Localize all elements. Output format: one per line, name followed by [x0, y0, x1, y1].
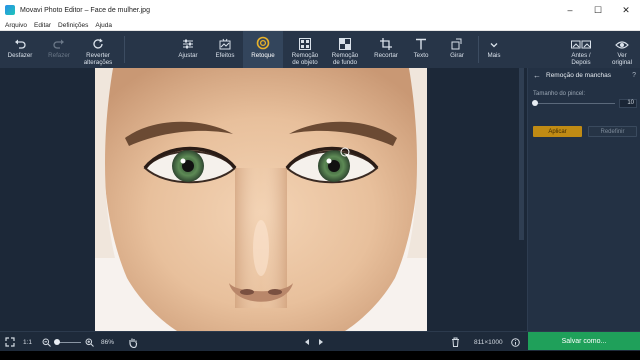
brush-size-slider[interactable] [535, 103, 615, 104]
view-original-button[interactable]: Ver original [606, 31, 638, 68]
menu-editar[interactable]: Editar [34, 22, 51, 29]
crop-icon [380, 33, 392, 50]
redo-icon [53, 33, 65, 50]
apply-button[interactable]: Aplicar [533, 126, 582, 137]
actual-size-button[interactable]: 1:1 [23, 332, 32, 352]
text-button[interactable]: Texto [405, 31, 437, 68]
reset-button[interactable]: Redefinir [588, 126, 637, 137]
save-as-button[interactable]: Salvar como... [528, 332, 640, 350]
redo-button[interactable]: Refazer [42, 31, 76, 68]
adjust-button[interactable]: Ajustar [171, 31, 205, 68]
background-removal-label: Remoção de fundo [331, 52, 359, 66]
undo-label: Desfazer [7, 52, 33, 59]
zoom-level: 86% [101, 338, 115, 346]
text-icon [415, 33, 427, 50]
back-arrow-icon[interactable]: ← [533, 71, 541, 80]
undo-button[interactable]: Desfazer [3, 31, 37, 68]
canvas-area[interactable] [0, 68, 527, 331]
info-icon[interactable] [511, 332, 520, 352]
toolbar-divider [124, 36, 125, 63]
scrollbar-thumb[interactable] [519, 68, 524, 240]
photo-canvas[interactable] [95, 68, 427, 331]
next-image-icon[interactable] [317, 332, 325, 352]
crop-label: Recortar [374, 52, 398, 59]
minimize-button[interactable]: – [556, 0, 584, 20]
effects-label: Efeitos [215, 52, 235, 59]
panel-header: ← Remoção de manchas ? [528, 68, 640, 82]
sliders-icon [182, 33, 194, 50]
app-logo-icon [5, 5, 15, 15]
revert-button[interactable]: Reverter alterações [79, 31, 117, 68]
before-after-label: Antes / Depois [571, 52, 591, 66]
menu-bar: Arquivo Editar Definições Ajuda [0, 20, 640, 31]
menu-ajuda[interactable]: Ajuda [95, 22, 112, 29]
brush-size-label: Tamanho do pincel: [533, 91, 586, 97]
brush-size-input[interactable]: 10 [619, 99, 637, 108]
zoom-in-icon[interactable] [85, 332, 94, 352]
vertical-scrollbar[interactable] [519, 68, 524, 331]
panel-title: Remoção de manchas [546, 71, 612, 79]
hand-tool-icon[interactable] [128, 332, 138, 352]
effects-icon [219, 33, 231, 50]
rotate-label: Girar [450, 52, 464, 59]
view-original-label: Ver original [612, 52, 632, 66]
before-after-icon [571, 33, 591, 50]
more-label: Mais [487, 52, 501, 59]
chevron-down-icon [489, 33, 499, 50]
adjust-label: Ajustar [178, 52, 198, 59]
background-removal-button[interactable]: Remoção de fundo [326, 31, 364, 68]
menu-definicoes[interactable]: Definições [58, 22, 88, 29]
close-button[interactable]: ✕ [612, 0, 640, 20]
background-removal-icon [339, 33, 351, 50]
revert-icon [92, 33, 104, 50]
revert-label: Reverter alterações [83, 52, 113, 66]
undo-icon [14, 33, 26, 50]
zoom-slider-handle[interactable] [54, 339, 60, 345]
image-dimensions: 811×1000 [474, 338, 503, 346]
rotate-button[interactable]: Girar [441, 31, 473, 68]
window-title: Movavi Photo Editor – Face de mulher.jpg [20, 6, 150, 14]
maximize-button[interactable]: ☐ [584, 0, 612, 20]
eye-icon [615, 33, 629, 50]
window-controls: – ☐ ✕ [556, 0, 640, 20]
menu-arquivo[interactable]: Arquivo [5, 22, 27, 29]
retouch-panel: ← Remoção de manchas ? Tamanho do pincel… [527, 68, 640, 331]
help-icon[interactable]: ? [632, 72, 636, 79]
redo-label: Refazer [48, 52, 70, 59]
more-button[interactable]: Mais [481, 31, 507, 68]
toolbar: Desfazer Refazer Reverter alterações Aju… [0, 31, 640, 68]
rotate-icon [451, 33, 463, 50]
trash-icon[interactable] [451, 332, 460, 352]
title-bar: Movavi Photo Editor – Face de mulher.jpg… [0, 0, 640, 20]
retouch-button[interactable]: Retoque [243, 31, 283, 68]
crop-button[interactable]: Recortar [368, 31, 404, 68]
previous-image-icon[interactable] [303, 332, 311, 352]
text-label: Texto [413, 52, 429, 59]
brush-size-slider-handle[interactable] [532, 100, 538, 106]
object-removal-button[interactable]: Remoção de objeto [286, 31, 324, 68]
effects-button[interactable]: Efeitos [208, 31, 242, 68]
object-removal-icon [299, 33, 311, 50]
fit-to-screen-icon[interactable] [5, 332, 15, 352]
retouch-icon [256, 33, 270, 50]
object-removal-label: Remoção de objeto [291, 52, 319, 66]
before-after-button[interactable]: Antes / Depois [563, 31, 599, 68]
app-window: Movavi Photo Editor – Face de mulher.jpg… [0, 0, 640, 360]
retouch-label: Retoque [251, 52, 275, 59]
zoom-out-icon[interactable] [42, 332, 51, 352]
letterbox-strip [0, 351, 640, 360]
toolbar-divider [478, 36, 479, 63]
face-photo [95, 68, 427, 331]
